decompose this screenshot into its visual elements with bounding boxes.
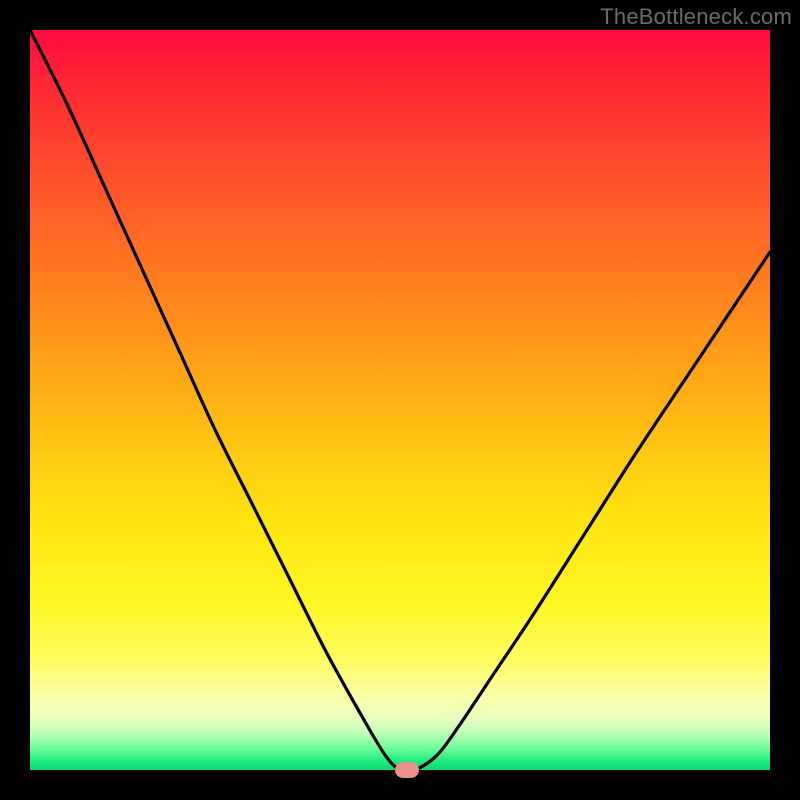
curve-svg [30,30,770,770]
watermark-label: TheBottleneck.com [600,4,792,30]
optimal-point-marker [395,762,419,778]
gradient-plot-area [30,30,770,770]
bottleneck-curve [30,30,770,770]
chart-frame: TheBottleneck.com [0,0,800,800]
